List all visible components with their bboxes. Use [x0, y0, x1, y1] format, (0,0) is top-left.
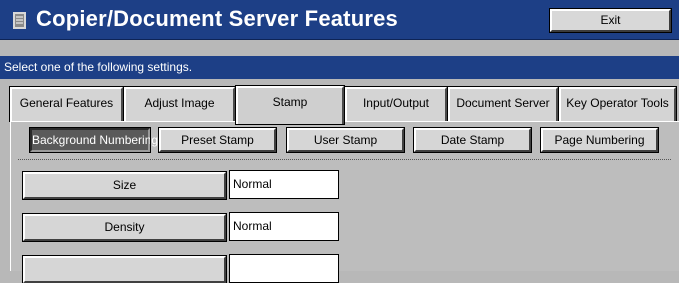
instruction-text: Select one of the following settings. — [0, 56, 679, 79]
size-button[interactable]: Size — [22, 171, 227, 200]
exit-button[interactable]: Exit — [549, 8, 672, 33]
page-title: Copier/Document Server Features — [36, 6, 398, 31]
size-value: Normal — [229, 170, 339, 199]
tab-adjust-image[interactable]: Adjust Image — [123, 86, 236, 122]
user-stamp-button[interactable]: User Stamp — [286, 127, 405, 153]
tab-general-features[interactable]: General Features — [9, 86, 124, 122]
setting-value-partial — [229, 254, 339, 283]
document-icon — [13, 12, 26, 29]
title-bar: Copier/Document Server Features Exit — [0, 0, 679, 40]
density-value: Normal — [229, 212, 339, 241]
density-button[interactable]: Density — [22, 213, 227, 242]
setting-button-partial[interactable] — [22, 255, 227, 283]
tab-key-operator-tools[interactable]: Key Operator Tools — [558, 86, 677, 122]
page-numbering-button[interactable]: Page Numbering — [540, 127, 659, 153]
date-stamp-button[interactable]: Date Stamp — [413, 127, 532, 153]
tab-document-server[interactable]: Document Server — [447, 86, 559, 122]
tab-input-output[interactable]: Input/Output — [344, 86, 448, 122]
section-divider — [18, 159, 671, 160]
background-numbering-button[interactable]: Background Numbering — [29, 127, 158, 153]
preset-stamp-button[interactable]: Preset Stamp — [158, 127, 277, 153]
tab-stamp[interactable]: Stamp — [235, 85, 345, 125]
